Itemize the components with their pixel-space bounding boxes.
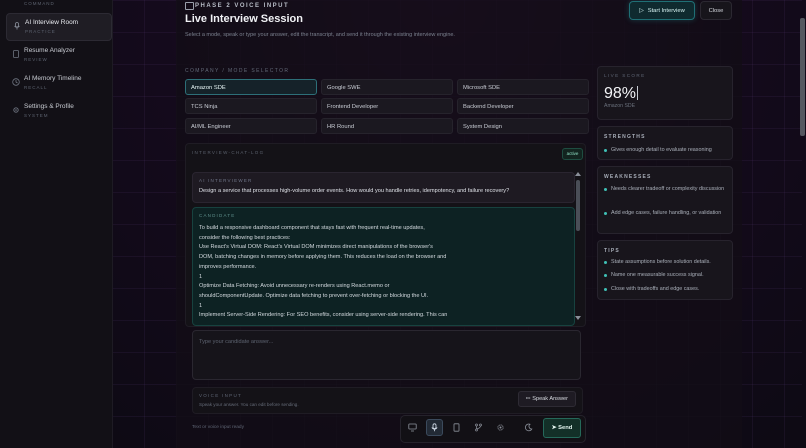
document-icon[interactable]	[448, 419, 465, 436]
sidebar-item-sub: SYSTEM	[24, 113, 49, 118]
candidate-line: consider the following best practices:	[199, 234, 291, 241]
live-score-mode: Amazon SDE	[604, 103, 636, 109]
mode-microsoft-sde[interactable]: Microsoft SDE	[457, 79, 589, 95]
tips-title: TIPS	[604, 248, 620, 254]
mic-icon	[13, 22, 21, 30]
gear-icon	[12, 106, 20, 114]
candidate-line: 1	[199, 302, 203, 309]
mode-system-design[interactable]: System Design	[457, 118, 589, 134]
candidate-line: shouldComponentUpdate. Optimize data fet…	[199, 292, 429, 299]
voice-input-label: VOICE INPUT	[199, 393, 243, 398]
moon-icon[interactable]	[520, 419, 537, 436]
scroll-up-arrow[interactable]	[575, 172, 581, 176]
start-interview-label: Start Interview	[647, 7, 685, 14]
chat-log-label: INTERVIEW-CHAT-LOG	[192, 150, 265, 155]
input-status: Text or voice input ready	[192, 425, 244, 430]
ai-message-text: Design a service that processes high-vol…	[199, 188, 510, 194]
mode-tcs-ninja[interactable]: TCS Ninja	[185, 98, 317, 114]
phase-label: PHASE 2 VOICE INPUT	[195, 3, 290, 9]
page-subtitle: Select a mode, speak or type your answer…	[185, 32, 455, 38]
monitor-icon	[185, 2, 194, 10]
candidate-message: CANDIDATE To build a responsive dashboar…	[192, 207, 575, 326]
live-score-label: LIVE SCORE	[604, 73, 646, 78]
answer-input[interactable]	[192, 330, 581, 380]
mode-backend-developer[interactable]: Backend Developer	[457, 98, 589, 114]
page-scrollbar[interactable]	[800, 18, 805, 136]
mic-icon[interactable]	[426, 419, 443, 436]
sidebar-item-settings[interactable]: Settings & Profile SYSTEM	[6, 98, 110, 124]
sidebar-item-label: AI Memory Timeline	[24, 75, 82, 82]
candidate-line: Implement Server-Side Rendering: For SEO…	[199, 312, 448, 319]
gear-icon[interactable]	[492, 419, 509, 436]
strength-item: Gives enough detail to evaluate reasonin…	[604, 145, 726, 155]
mode-amazon-sde[interactable]: Amazon SDE	[185, 79, 317, 95]
voice-input-hint: Speak your answer. You can edit before s…	[199, 402, 299, 407]
sidebar-item-label: Resume Analyzer	[24, 47, 75, 54]
candidate-role-label: CANDIDATE	[199, 213, 236, 218]
candidate-line: 1	[199, 273, 203, 280]
tip-item: Close with tradeoffs and edge cases.	[604, 284, 726, 294]
weakness-item: Add edge cases, failure handling, or val…	[604, 208, 726, 218]
start-interview-button[interactable]: ▷ Start Interview	[629, 1, 695, 20]
close-button[interactable]: Close	[700, 1, 732, 20]
sidebar: COMMAND AI Interview Room PRACTICE Resum…	[0, 0, 113, 448]
sidebar-item-sub: RECALL	[24, 85, 48, 90]
tip-item: State assumptions before solution detail…	[604, 257, 726, 267]
mode-aiml-engineer[interactable]: AI/ML Engineer	[185, 118, 317, 134]
mode-hr-round[interactable]: HR Round	[321, 118, 453, 134]
weaknesses-title: WEAKNESSES	[604, 174, 652, 180]
live-score-value: 98%	[604, 85, 639, 103]
sidebar-item-label: Settings & Profile	[24, 103, 74, 110]
weakness-item: Needs clearer tradeoff or complexity dis…	[604, 184, 726, 194]
mode-selector-label: COMPANY / MODE SELECTOR	[185, 68, 290, 74]
weaknesses-card: WEAKNESSES Needs clearer tradeoff or com…	[597, 166, 733, 234]
sidebar-item-interview-room[interactable]: AI Interview Room PRACTICE	[6, 13, 112, 41]
live-score-card: LIVE SCORE 98% Amazon SDE	[597, 66, 733, 120]
sidebar-item-label: AI Interview Room	[25, 19, 79, 26]
chat-scrollbar[interactable]	[576, 180, 580, 231]
text-cursor	[637, 86, 639, 100]
tips-card: TIPS State assumptions before solution d…	[597, 240, 733, 300]
monitor-icon[interactable]	[404, 419, 421, 436]
candidate-line: Optimize Data Fetching: Avoid unnecessar…	[199, 283, 390, 290]
sidebar-item-sub: COMMAND	[24, 1, 55, 6]
send-icon: ➤	[551, 425, 557, 431]
page-title: Live Interview Session	[185, 13, 303, 25]
strengths-title: STRENGTHS	[604, 134, 646, 140]
candidate-line: improves performance.	[199, 263, 257, 270]
speak-answer-button[interactable]: ✏ Speak Answer	[518, 391, 576, 407]
mode-google-swe[interactable]: Google SWE	[321, 79, 453, 95]
mode-frontend-developer[interactable]: Frontend Developer	[321, 98, 453, 114]
candidate-line: DOM, batching changes in memory before a…	[199, 254, 447, 261]
ai-role-label: AI INTERVIEWER	[199, 178, 253, 183]
mic-icon: ✏	[525, 396, 531, 402]
speak-answer-label: Speak Answer	[532, 396, 568, 402]
sidebar-item-sub: REVIEW	[24, 57, 48, 62]
status-badge: active	[562, 148, 583, 160]
candidate-line: To build a responsive dashboard componen…	[199, 225, 425, 231]
sidebar-item-resume-analyzer[interactable]: Resume Analyzer REVIEW	[6, 42, 110, 68]
sidebar-item-memory-timeline[interactable]: AI Memory Timeline RECALL	[6, 70, 110, 96]
clock-icon	[12, 78, 20, 86]
tip-item: Name one measurable success signal.	[604, 270, 726, 280]
strengths-card: STRENGTHS Gives enough detail to evaluat…	[597, 126, 733, 160]
play-icon: ▷	[639, 7, 644, 14]
send-label: Send	[558, 425, 573, 431]
send-button[interactable]: ➤ Send	[543, 418, 581, 438]
ai-message: AI INTERVIEWER Design a service that pro…	[192, 172, 575, 203]
document-icon	[12, 50, 20, 58]
sidebar-item-sub: PRACTICE	[25, 29, 56, 34]
branch-icon[interactable]	[470, 419, 487, 436]
candidate-line: Use React's Virtual DOM: React's Virtual…	[199, 244, 433, 251]
score-number: 98%	[604, 85, 637, 102]
scroll-down-arrow[interactable]	[575, 316, 581, 320]
